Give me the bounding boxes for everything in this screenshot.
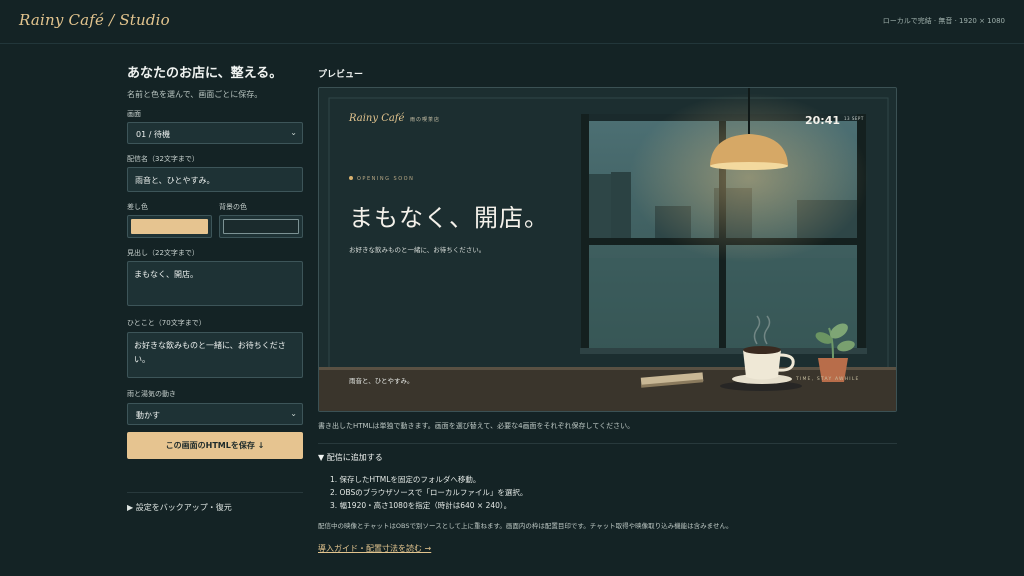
backup-restore-toggle[interactable]: ▶ 設定をバックアップ・復元: [127, 502, 232, 513]
form-divider: [127, 492, 303, 493]
setup-step: 2. OBSのブラウザソースで「ローカルファイル」を選択。: [330, 488, 528, 497]
preview-divider: [318, 443, 897, 444]
preview-tagline: TIME, STAY AWHILE: [796, 377, 860, 382]
setup-step: 1. 保存したHTMLを固定のフォルダへ移動。: [330, 475, 481, 484]
motion-select[interactable]: 動かす ⌄: [127, 403, 303, 425]
screen-select[interactable]: 01 / 待機 ⌄: [127, 122, 303, 144]
motion-label: 雨と湯気の動き: [127, 390, 176, 398]
bg-color-label: 背景の色: [219, 203, 247, 211]
bg-color-picker[interactable]: [219, 215, 303, 238]
setup-step: 3. 幅1920・高さ1080を指定（時計は640 × 240）。: [330, 501, 512, 510]
add-to-stream-toggle[interactable]: ▼ 配信に追加する: [318, 452, 383, 463]
screen-select-value: 01 / 待機: [136, 130, 170, 139]
headline-value: まもなく、開店。: [134, 270, 198, 279]
message-label: ひとこと（70文字まで）: [127, 319, 206, 327]
accent-color-picker[interactable]: [127, 215, 212, 238]
status-dot-icon: [349, 176, 353, 180]
standalone-note: 書き出したHTMLは単独で動きます。画面を選び替えて、必要な4画面をそれぞれ保存…: [318, 422, 635, 430]
settings-form: あなたのお店に、整える。 名前と色を選んで、画面ごとに保存。 画面 01 / 待…: [127, 62, 303, 512]
preview-title: プレビュー: [318, 70, 364, 80]
accent-color-label: 差し色: [127, 203, 148, 211]
chevron-down-icon: ⌄: [290, 128, 297, 137]
save-html-button[interactable]: この画面のHTMLを保存 ↓: [127, 432, 303, 459]
preview-frame: Rainy Café 雨の喫茶店 20:41 13 SEPT OPENING S…: [318, 87, 897, 412]
setup-steps: 1. 保存したHTMLを固定のフォルダへ移動。 2. OBSのブラウザソースで「…: [330, 473, 527, 512]
overlay-note: 配信中の映像とチャットはOBSで別ソースとして上に重ねます。画面内の枠は配置目印…: [318, 522, 733, 530]
preview-date: 13 SEPT: [844, 116, 864, 121]
headline-label: 見出し（22文字まで）: [127, 249, 199, 257]
preview-message: お好きな飲みものと一緒に、お待ちください。: [349, 246, 486, 254]
message-value: お好きな飲みものと一緒に、お待ちください。: [134, 341, 286, 364]
preview-brand-sub: 雨の喫茶店: [410, 117, 441, 123]
preview-headline: まもなく、開店。: [349, 204, 549, 232]
app-brand: Rainy Café / Studio: [19, 11, 170, 29]
chevron-down-icon: ⌄: [290, 409, 297, 418]
guide-link[interactable]: 導入ガイド・配置寸法を読む →: [318, 543, 431, 554]
message-textarea[interactable]: お好きな飲みものと一緒に、お待ちください。: [127, 332, 303, 378]
preview-clock: 20:41: [805, 114, 841, 127]
form-heading: あなたのお店に、整える。: [127, 66, 283, 81]
accent-color-swatch: [131, 219, 208, 234]
preview-brand: Rainy Café: [349, 113, 405, 124]
stream-name-input[interactable]: 雨音と、ひとやすみ。: [127, 167, 303, 192]
stream-name-value: 雨音と、ひとやすみ。: [135, 176, 215, 185]
stream-name-label: 配信名（32文字まで）: [127, 155, 199, 163]
form-subheading: 名前と色を選んで、画面ごとに保存。: [127, 90, 263, 99]
preview-opening-label: OPENING SOON: [357, 176, 415, 182]
screen-label: 画面: [127, 110, 141, 118]
bg-color-swatch: [223, 219, 299, 234]
preview-footer: 雨音と、ひとやすみ。: [349, 377, 414, 385]
top-bar: Rainy Café / Studio ローカルで完結 · 無音 · 1920 …: [0, 0, 1024, 44]
headline-textarea[interactable]: まもなく、開店。: [127, 261, 303, 306]
motion-select-value: 動かす: [136, 411, 160, 420]
top-note: ローカルで完結 · 無音 · 1920 × 1080: [882, 17, 1005, 25]
